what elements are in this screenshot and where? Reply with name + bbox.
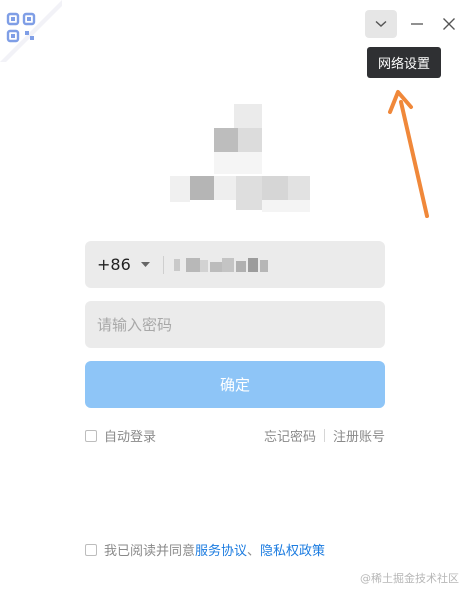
qr-login-corner[interactable] <box>0 0 62 62</box>
forgot-password-link[interactable]: 忘记密码 <box>264 426 316 445</box>
network-settings-button[interactable] <box>365 10 397 38</box>
network-settings-tooltip: 网络设置 <box>367 47 441 78</box>
agreement-prefix: 我已阅读并同意 <box>104 544 196 559</box>
agreement-separator: 、 <box>247 544 261 559</box>
agreement-row: 我已阅读并同意服务协议、隐私权政策 <box>85 540 325 559</box>
agreement-checkbox[interactable] <box>85 543 97 556</box>
service-agreement-link[interactable]: 服务协议 <box>195 544 247 559</box>
phone-number-value[interactable] <box>173 256 274 274</box>
password-field[interactable] <box>85 301 385 348</box>
account-links: 忘记密码 注册账号 <box>264 426 385 445</box>
minimize-button[interactable] <box>405 12 429 36</box>
auto-login-label[interactable]: 自动登录 <box>104 426 156 445</box>
close-button[interactable] <box>437 12 461 36</box>
qr-code-icon <box>0 0 62 62</box>
country-code-select[interactable]: +86 <box>97 255 131 274</box>
phone-field[interactable]: +86 <box>85 241 385 288</box>
confirm-button[interactable]: 确定 <box>85 361 385 408</box>
minimize-icon <box>411 23 423 25</box>
window-controls <box>365 10 461 38</box>
chevron-down-icon <box>375 20 387 27</box>
register-link[interactable]: 注册账号 <box>333 426 385 445</box>
login-options-row: 自动登录 忘记密码 注册账号 <box>85 426 385 445</box>
links-divider <box>323 429 325 442</box>
privacy-policy-link[interactable]: 隐私权政策 <box>260 544 325 559</box>
auto-login-option[interactable]: 自动登录 <box>85 426 156 445</box>
field-divider <box>162 255 164 274</box>
password-input[interactable] <box>85 301 385 348</box>
caret-down-icon[interactable] <box>140 260 151 270</box>
close-icon <box>443 18 455 30</box>
avatar <box>170 100 310 215</box>
watermark: @稀土掘金技术社区 <box>360 572 459 585</box>
annotation-arrow <box>388 90 429 218</box>
auto-login-checkbox[interactable] <box>85 429 97 442</box>
